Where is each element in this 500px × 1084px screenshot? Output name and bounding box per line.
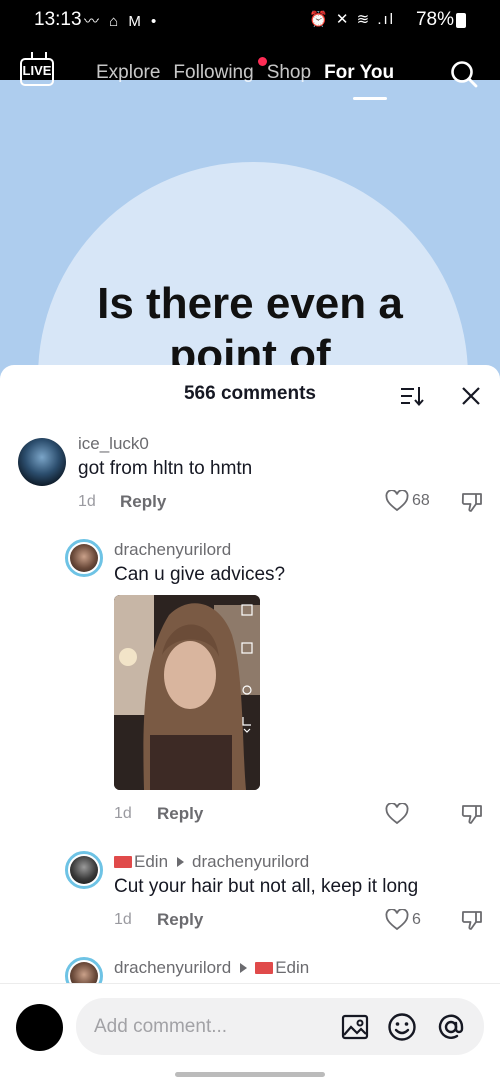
tab-for-you[interactable]: For You (324, 62, 394, 84)
status-bar: 13:13 〰 ⌂ M • ⏰ ✕ ≋ .ıl 78% (0, 0, 500, 40)
emoji-icon[interactable] (387, 1012, 417, 1042)
tab-explore[interactable]: Explore (96, 62, 160, 84)
sort-icon[interactable] (400, 385, 424, 407)
dislike-icon[interactable] (460, 802, 484, 826)
live-icon[interactable]: LIVE (20, 58, 54, 86)
my-avatar[interactable] (16, 1004, 63, 1051)
comment-text: Can u give advices? (114, 564, 286, 585)
like-count: 6 (412, 911, 421, 928)
comments-header: 566 comments (0, 365, 500, 423)
avatar[interactable] (65, 539, 103, 577)
battery-percent: 78% (415, 9, 454, 30)
reply-to-username[interactable]: Edin (275, 958, 309, 977)
comment-username[interactable]: ice_luck0 (78, 434, 149, 454)
comment-input[interactable] (94, 1014, 314, 1040)
comments-sheet: 566 comments ice_luck0 got from hltn to … (0, 365, 500, 1084)
flag-icon (255, 962, 274, 974)
mention-icon[interactable] (436, 1012, 466, 1042)
reply-button[interactable]: Reply (157, 910, 203, 930)
selfie-image (114, 595, 260, 790)
following-notification-dot (258, 57, 267, 66)
dislike-icon[interactable] (460, 908, 484, 932)
comment-username-row: Edin drachenyurilord (114, 852, 309, 872)
image-icon[interactable] (340, 1012, 370, 1042)
battery-icon (456, 13, 466, 28)
comment-time: 1d (114, 805, 132, 822)
status-system-icons: ⏰ ✕ ≋ .ıl (309, 11, 395, 28)
like-count: 68 (412, 492, 430, 509)
comment-input-bar (0, 983, 500, 1084)
reply-arrow-icon (240, 963, 248, 974)
flag-icon (114, 856, 132, 868)
status-notification-icons: 〰 ⌂ M • (84, 13, 160, 30)
comment-text: Cut your hair but not all, keep it long (114, 876, 419, 897)
heart-icon[interactable] (385, 490, 409, 512)
video-background[interactable]: Is there even a point of (0, 80, 500, 380)
tab-shop[interactable]: Shop (267, 62, 311, 84)
avatar[interactable] (65, 851, 103, 889)
feed-tabs: Explore Following Shop For You (96, 62, 407, 84)
comment-username-row: drachenyurilord Edin (114, 958, 309, 978)
active-tab-indicator (353, 97, 387, 100)
reply-button[interactable]: Reply (120, 492, 166, 512)
home-indicator (175, 1072, 325, 1077)
like-group[interactable]: 68 (385, 490, 430, 512)
reply-to-username[interactable]: drachenyurilord (192, 852, 309, 871)
like-group[interactable]: 6 (385, 909, 421, 931)
dislike-icon[interactable] (460, 490, 484, 514)
search-icon[interactable] (450, 60, 478, 88)
comment-username[interactable]: drachenyurilord (114, 540, 231, 560)
close-icon[interactable] (460, 385, 482, 407)
status-time: 13:13 (34, 9, 82, 30)
comment-username[interactable]: drachenyurilord (114, 958, 231, 977)
reply-button[interactable]: Reply (157, 804, 203, 824)
tab-following[interactable]: Following (173, 62, 253, 84)
comment-count: 566 comments (183, 383, 316, 404)
comment-input-container[interactable] (76, 998, 484, 1055)
reply-arrow-icon (177, 857, 185, 868)
comment-photo[interactable] (114, 595, 260, 790)
comment-time: 1d (114, 911, 132, 928)
avatar[interactable] (18, 438, 66, 486)
comment-username[interactable]: Edin (134, 852, 168, 871)
comment-text: got from hltn to hmtn (78, 458, 253, 479)
heart-icon[interactable] (385, 909, 409, 931)
comment-time: 1d (78, 493, 96, 510)
video-title-line1: Is there even a (97, 279, 403, 328)
heart-icon[interactable] (385, 803, 409, 825)
